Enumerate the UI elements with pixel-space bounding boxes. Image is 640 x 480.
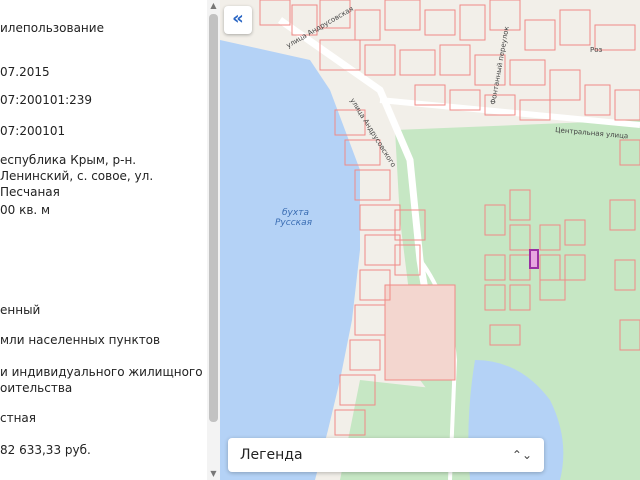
area-value: 00 кв. м [0, 203, 51, 217]
bay-label: бухта [282, 208, 309, 218]
sidebar-scrollbar[interactable]: ▲ ▼ [207, 0, 220, 480]
map-canvas[interactable]: бухта Русская улица Андрусовская улица А… [220, 0, 640, 480]
quarter-number-value: 07:200101 [0, 124, 66, 138]
land-use-value: илепользование [0, 21, 104, 35]
scroll-down-arrow-icon[interactable]: ▼ [207, 468, 220, 480]
cadastral-number-value: 07:200101:239 [0, 93, 93, 107]
ownership-value: стная [0, 411, 37, 425]
scroll-up-arrow-icon[interactable]: ▲ [207, 0, 220, 12]
double-chevron-left-icon: « [232, 8, 244, 29]
selected-parcel[interactable] [529, 249, 539, 269]
address-value: еспублика Крым, р-н. Ленинский, с. совое… [0, 153, 154, 199]
cadastral-value: 82 633,33 руб. [0, 443, 91, 457]
bay-label-2: Русская [275, 218, 313, 228]
legend-dropdown[interactable]: Легенда ⌃⌄ [228, 438, 544, 472]
status-value: енный [0, 303, 41, 317]
cadastral-map[interactable]: бухта Русская улица Андрусовская улица А… [220, 0, 640, 480]
date-value: 07.2015 [0, 65, 50, 79]
street-label-roz: Роз [590, 46, 603, 54]
info-sidebar: илепользование 07.2015 07:200101:239 07:… [0, 0, 220, 480]
permitted-use-value: и индивидуального жилищного оительства [0, 365, 203, 395]
up-down-chevron-icon: ⌃⌄ [511, 448, 532, 462]
collapse-sidebar-button[interactable]: « [224, 6, 252, 34]
large-building [384, 284, 456, 381]
legend-label: Легенда [240, 447, 303, 463]
scroll-thumb[interactable] [209, 14, 218, 422]
category-value: мли населенных пунктов [0, 333, 161, 347]
